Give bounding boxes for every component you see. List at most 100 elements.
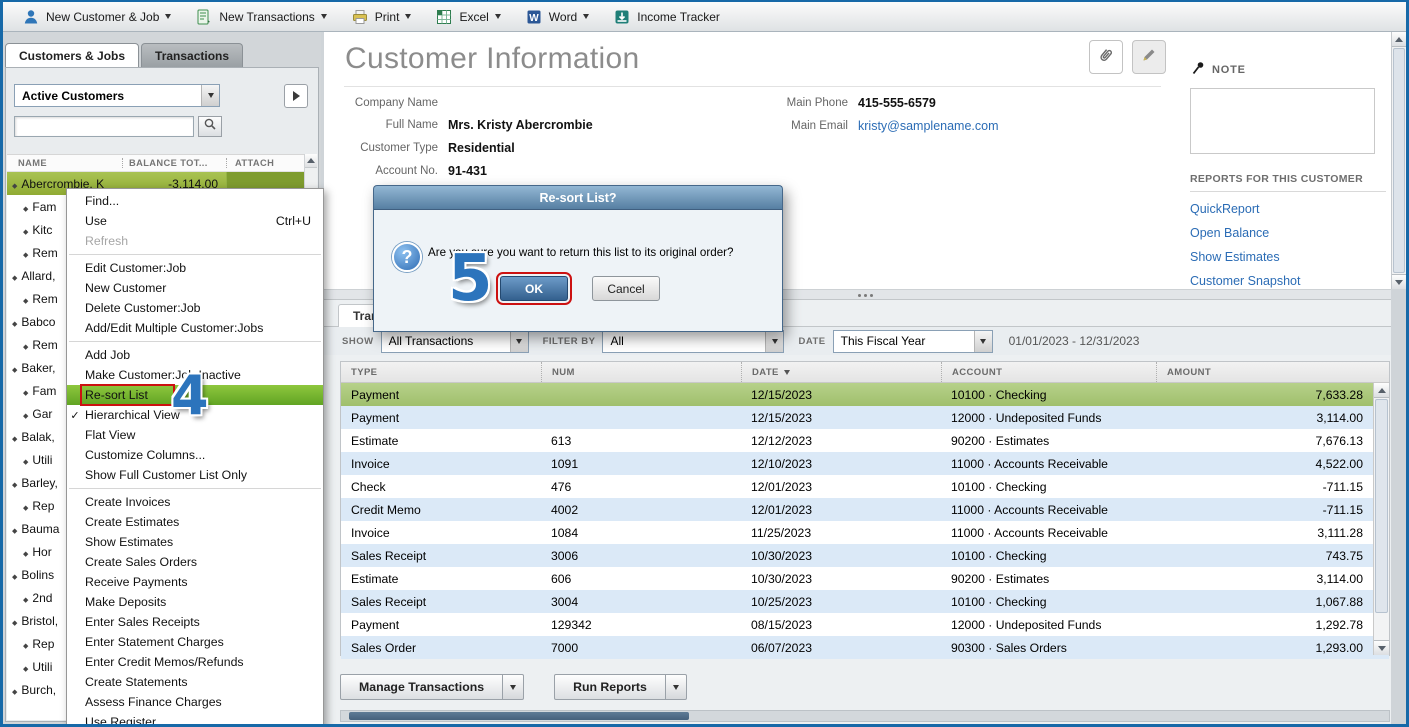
context-menu-item[interactable]: New Customer [67, 278, 323, 298]
scroll-up-button[interactable] [1374, 383, 1389, 398]
context-menu-item[interactable]: Use Register [67, 712, 323, 727]
search-button[interactable] [198, 116, 222, 137]
column-header-num[interactable]: NUM [541, 362, 741, 382]
transaction-row[interactable]: Invoice 1091 12/10/2023 11000 · Accounts… [341, 452, 1389, 475]
context-menu-item[interactable]: Find... [67, 191, 323, 211]
company-name-value [448, 96, 593, 109]
scrollbar-thumb[interactable] [1375, 399, 1388, 613]
transaction-row[interactable]: Estimate 613 12/12/2023 90200 · Estimate… [341, 429, 1389, 452]
search-input[interactable] [14, 116, 194, 137]
horizontal-scrollbar[interactable] [340, 710, 1390, 722]
report-link[interactable]: QuickReport [1190, 202, 1300, 216]
transaction-row[interactable]: Sales Receipt 3004 10/25/2023 10100 · Ch… [341, 590, 1389, 613]
date-dropdown[interactable]: This Fiscal Year [833, 330, 993, 353]
filter-by-dropdown[interactable]: All [602, 330, 784, 353]
main-email-link[interactable]: kristy@samplename.com [858, 119, 999, 133]
column-header-attach[interactable]: ATTACH [226, 158, 304, 168]
toolbar-new-customer-job[interactable]: New Customer & Job [11, 4, 182, 30]
excel-icon [435, 8, 453, 26]
date-label: DATE [798, 336, 825, 347]
transaction-row[interactable]: Payment 12/15/2023 10100 · Checking 7,63… [341, 383, 1389, 406]
scroll-up-button[interactable] [1392, 32, 1406, 47]
edit-customer-button[interactable] [1132, 40, 1166, 74]
context-menu-item[interactable]: Enter Credit Memos/Refunds [67, 652, 323, 672]
context-menu-item[interactable]: Customize Columns... [67, 445, 323, 465]
tab-transactions[interactable]: Transactions [141, 43, 243, 67]
toolbar-print[interactable]: Print [340, 4, 423, 30]
toolbar-excel[interactable]: Excel [424, 4, 511, 30]
transaction-account: 11000 · Accounts Receivable [941, 503, 1156, 517]
ok-button[interactable]: OK [500, 276, 568, 301]
context-menu-item[interactable]: Show Estimates [67, 532, 323, 552]
transaction-row[interactable]: Estimate 606 10/30/2023 90200 · Estimate… [341, 567, 1389, 590]
tab-customers-and-jobs[interactable]: Customers & Jobs [5, 43, 139, 67]
table-scrollbar[interactable] [1373, 383, 1389, 655]
scroll-down-button[interactable] [1374, 640, 1389, 655]
transaction-row[interactable]: Sales Order 7000 06/07/2023 90300 · Sale… [341, 636, 1389, 659]
chevron-down-icon[interactable] [503, 674, 524, 700]
menu-item-label: Hierarchical View [83, 407, 182, 423]
transaction-row[interactable]: Payment 12/15/2023 12000 · Undeposited F… [341, 406, 1389, 429]
context-menu-item[interactable]: Create Invoices [67, 492, 323, 512]
transaction-amount: -711.15 [1156, 503, 1389, 517]
report-link[interactable]: Open Balance [1190, 226, 1300, 240]
context-menu-item[interactable]: Delete Customer:Job [67, 298, 323, 318]
toolbar-new-transactions[interactable]: New Transactions [184, 4, 337, 30]
scroll-down-button[interactable] [1392, 274, 1406, 289]
context-menu-item[interactable]: Create Statements [67, 672, 323, 692]
active-customers-dropdown[interactable]: Active Customers [14, 84, 220, 107]
context-menu-item[interactable]: Flat View [67, 425, 323, 445]
diamond-bullet-icon [7, 269, 21, 283]
manage-transactions-label[interactable]: Manage Transactions [340, 674, 503, 700]
report-link[interactable]: Show Estimates [1190, 250, 1300, 264]
toolbar-word[interactable]: W Word [514, 4, 600, 30]
context-menu-item[interactable]: Enter Sales Receipts [67, 612, 323, 632]
cancel-button[interactable]: Cancel [592, 276, 660, 301]
toolbar-income-tracker[interactable]: Income Tracker [602, 4, 731, 30]
context-menu-item[interactable]: Create Sales Orders [67, 552, 323, 572]
transaction-row[interactable]: Check 476 12/01/2023 10100 · Checking -7… [341, 475, 1389, 498]
transaction-num: 3006 [541, 549, 741, 563]
note-box[interactable] [1190, 88, 1375, 154]
context-menu-item[interactable]: Create Estimates [67, 512, 323, 532]
column-header-amount[interactable]: AMOUNT [1156, 362, 1389, 382]
context-menu-item[interactable]: Add/Edit Multiple Customer:Jobs [67, 318, 323, 338]
chevron-down-icon [321, 14, 327, 19]
transaction-amount: 743.75 [1156, 549, 1389, 563]
transaction-row[interactable]: Credit Memo 4002 12/01/2023 11000 · Acco… [341, 498, 1389, 521]
attach-file-button[interactable] [1089, 40, 1123, 74]
context-menu-item[interactable]: Refresh [67, 231, 323, 251]
context-menu-item[interactable]: Use Ctrl+U [67, 211, 323, 231]
manage-transactions-button[interactable]: Manage Transactions [340, 674, 524, 700]
context-menu-item[interactable]: Receive Payments [67, 572, 323, 592]
chevron-down-icon [510, 331, 528, 352]
chevron-down-icon[interactable] [666, 674, 687, 700]
chevron-down-icon [583, 14, 589, 19]
scroll-up-button[interactable] [305, 154, 317, 168]
column-header-balance[interactable]: BALANCE TOT... [122, 158, 226, 168]
column-header-name[interactable]: NAME [7, 158, 122, 168]
report-link[interactable]: Customer Snapshot [1190, 274, 1300, 288]
context-menu-item[interactable]: Add Job [67, 345, 323, 365]
date-range-text: 01/01/2023 - 12/31/2023 [1009, 334, 1140, 348]
transactions-table: TYPE NUM DATE ACCOUNT AMOUNT Payment 12/… [340, 361, 1390, 656]
scrollbar-thumb[interactable] [349, 712, 689, 720]
context-menu-item[interactable]: Show Full Customer List Only [67, 465, 323, 485]
context-menu-item[interactable]: Make Deposits [67, 592, 323, 612]
run-reports-button[interactable]: Run Reports [554, 674, 687, 700]
context-menu-item[interactable]: Edit Customer:Job [67, 258, 323, 278]
collapse-panel-button[interactable] [284, 84, 308, 108]
context-menu-item[interactable]: Assess Finance Charges [67, 692, 323, 712]
column-header-account[interactable]: ACCOUNT [941, 362, 1156, 382]
vertical-scrollbar[interactable] [1391, 32, 1406, 289]
column-header-type[interactable]: TYPE [341, 362, 541, 382]
scrollbar-thumb[interactable] [1393, 48, 1405, 273]
show-dropdown[interactable]: All Transactions [381, 330, 529, 353]
transaction-row[interactable]: Invoice 1084 11/25/2023 11000 · Accounts… [341, 521, 1389, 544]
transaction-row[interactable]: Payment 129342 08/15/2023 12000 · Undepo… [341, 613, 1389, 636]
column-header-date[interactable]: DATE [741, 362, 941, 382]
dialog-title-bar[interactable]: Re-sort List? [373, 185, 783, 210]
run-reports-label[interactable]: Run Reports [554, 674, 666, 700]
transaction-row[interactable]: Sales Receipt 3006 10/30/2023 10100 · Ch… [341, 544, 1389, 567]
context-menu-item[interactable]: Enter Statement Charges [67, 632, 323, 652]
